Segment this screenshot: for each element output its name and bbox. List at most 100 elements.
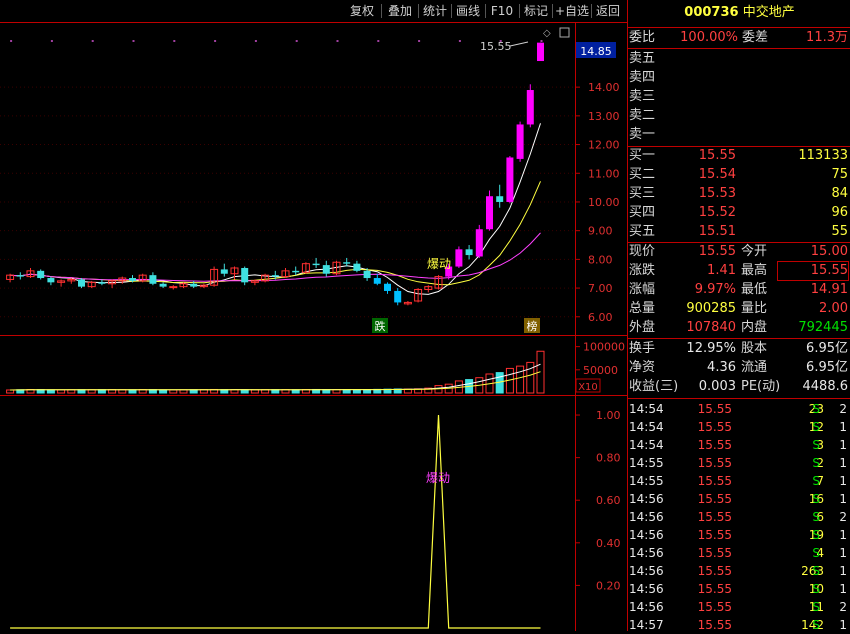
trade-row: 14:57 15.55 142 S 1 xyxy=(628,616,850,634)
quote-value: 15.00 xyxy=(810,244,848,259)
f10-button[interactable]: F10 xyxy=(487,2,517,20)
toolbar-separator xyxy=(451,4,452,18)
volume-bar xyxy=(240,389,249,394)
toolbar-separator xyxy=(591,4,592,18)
trade-price: 15.55 xyxy=(697,402,732,416)
bid-price: 15.53 xyxy=(698,186,736,201)
quote-label: 内盘 xyxy=(741,320,768,335)
diamond-icon[interactable]: ◇ xyxy=(543,28,551,39)
indicator-tick-label: 0.20 xyxy=(596,579,621,592)
trade-time: 14:54 xyxy=(629,438,664,452)
trade-count: 1 xyxy=(839,546,847,560)
bid-volume: 55 xyxy=(831,224,848,239)
trade-price: 15.55 xyxy=(697,618,732,632)
divider xyxy=(628,398,850,399)
price-tick-label: 11.00 xyxy=(588,167,620,180)
marker-dot xyxy=(377,40,380,42)
ask-level-label: 卖二 xyxy=(629,108,656,123)
overlay-button[interactable]: 叠加 xyxy=(383,2,417,20)
candle-body xyxy=(37,270,45,279)
candle-body xyxy=(312,263,320,266)
candle-body xyxy=(343,262,351,264)
candle-body xyxy=(363,270,371,279)
candle-body xyxy=(455,249,463,267)
quote-label: 最低 xyxy=(741,282,768,297)
trade-price: 15.55 xyxy=(697,528,732,542)
trade-count: 2 xyxy=(839,600,847,614)
trade-side: S xyxy=(812,582,820,596)
ask-row: 卖二 xyxy=(628,107,850,125)
candle-body xyxy=(190,283,198,287)
high-price-label: 15.55 xyxy=(480,40,512,53)
ask-level-label: 卖四 xyxy=(629,70,656,85)
bid-price: 15.54 xyxy=(698,167,736,182)
trade-side: S xyxy=(812,528,820,542)
fundamental-label: PE(动) xyxy=(741,379,781,394)
bid-price: 15.55 xyxy=(698,148,736,163)
divider xyxy=(628,48,850,49)
commission-row: 委比 100.00% 委差 11.3万 xyxy=(628,29,850,47)
candle-body xyxy=(537,42,544,62)
candle-body xyxy=(159,283,167,287)
price-tick-label: 10.00 xyxy=(588,196,620,209)
quote-row: 外盘 107840 内盘 792445 xyxy=(628,319,850,337)
quote-value: 9.97% xyxy=(694,282,736,297)
fundamental-value: 6.95亿 xyxy=(806,360,848,375)
bid-level-label: 买五 xyxy=(629,224,656,239)
price-tick-label: 8.00 xyxy=(588,253,613,266)
trade-count: 1 xyxy=(839,492,847,506)
volume-multiplier: X10 xyxy=(578,382,598,393)
mark-button[interactable]: 标记 xyxy=(521,2,551,20)
trade-time: 14:54 xyxy=(629,402,664,416)
trade-time: 14:56 xyxy=(629,510,664,524)
candle-body xyxy=(241,267,249,283)
trade-count: 2 xyxy=(839,402,847,416)
trade-price: 15.55 xyxy=(697,546,732,560)
trade-count: 1 xyxy=(839,564,847,578)
trade-side: S xyxy=(812,618,820,632)
toolbar-separator xyxy=(381,4,382,18)
commission-ratio: 100.00% xyxy=(680,30,738,45)
candle-body xyxy=(149,275,157,284)
price-tick-label: 6.00 xyxy=(588,311,613,324)
bid-price: 15.51 xyxy=(698,224,736,239)
candle-body xyxy=(169,286,178,289)
marker-dot xyxy=(50,40,53,42)
rank-marker: 榜 xyxy=(527,319,538,333)
commission-diff-label: 委差 xyxy=(742,30,769,45)
restore-rights-button[interactable]: 复权 xyxy=(345,2,379,20)
trade-row: 14:56 15.55 263 S 1 xyxy=(628,562,850,580)
candle-body xyxy=(496,196,504,202)
quote-value: 900285 xyxy=(686,301,736,316)
trade-price: 15.55 xyxy=(697,438,732,452)
trade-side: S xyxy=(812,546,820,560)
draw-line-button[interactable]: 画线 xyxy=(453,2,483,20)
marker-dot xyxy=(132,40,135,42)
price-tick-label: 14.00 xyxy=(588,81,620,94)
kline-chart[interactable]: 14.00 13.00 12.00 11.00 10.00 9.00 8.00 7.00 6.0… xyxy=(0,0,627,631)
bid-row: 买四 15.52 96 xyxy=(628,204,850,222)
marker-dot xyxy=(91,40,94,42)
quote-row: 涨幅 9.97% 最低 14.91 xyxy=(628,281,850,299)
back-button[interactable]: 返回 xyxy=(593,2,623,20)
bid-volume: 84 xyxy=(831,186,848,201)
trade-row: 14:56 15.55 4 S 1 xyxy=(628,544,850,562)
candle-body xyxy=(465,249,473,256)
indicator-tick-label: 0.80 xyxy=(596,452,621,465)
statistics-button[interactable]: 统计 xyxy=(420,2,450,20)
marker-dot xyxy=(214,40,217,42)
trade-row: 14:56 15.55 10 S 1 xyxy=(628,580,850,598)
quote-panel: 000736 中交地产 委比 100.00% 委差 11.3万 卖五 卖四 卖三 卖二… xyxy=(627,0,850,634)
candle-body xyxy=(526,90,534,125)
trade-price: 15.55 xyxy=(697,510,732,524)
marker-dot xyxy=(336,40,339,42)
add-watchlist-button[interactable]: +自选 xyxy=(554,2,590,20)
fundamental-value: 0.003 xyxy=(698,379,736,394)
trade-row: 14:55 15.55 7 S 1 xyxy=(628,472,850,490)
bid-volume: 75 xyxy=(831,167,848,182)
marker-dot xyxy=(173,40,176,42)
stock-header: 000736 中交地产 xyxy=(628,4,850,22)
trade-count: 2 xyxy=(839,510,847,524)
commission-diff: 11.3万 xyxy=(806,30,848,45)
trade-price: 15.55 xyxy=(697,492,732,506)
